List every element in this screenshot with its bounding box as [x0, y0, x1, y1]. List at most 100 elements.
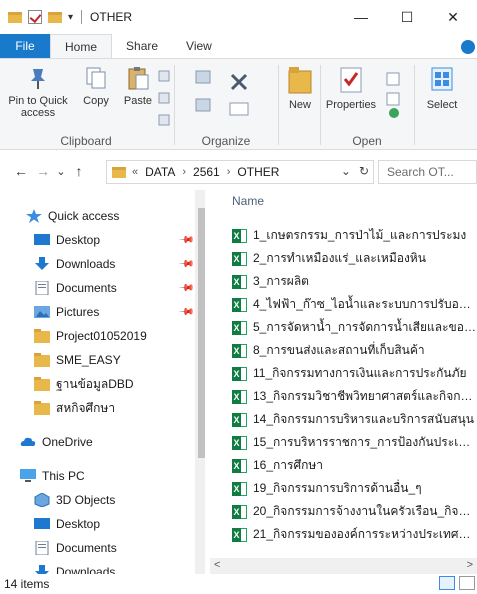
properties-quick-icon[interactable] [28, 10, 42, 24]
tab-home[interactable]: Home [50, 34, 113, 58]
paste-button[interactable]: Paste [120, 65, 156, 107]
nav-pc-downloads[interactable]: Downloads [0, 560, 190, 574]
nav-scrollbar[interactable] [195, 190, 205, 574]
scrollbar-thumb[interactable] [198, 208, 205, 458]
nav-pc-desktop[interactable]: Desktop [0, 512, 190, 536]
help-icon[interactable] [461, 40, 475, 54]
large-icons-view-button[interactable] [459, 576, 475, 590]
file-row[interactable]: 14_กิจกรรมการบริหารและบริการสนับสนุน [210, 408, 477, 431]
excel-file-icon [232, 320, 247, 335]
address-bar[interactable]: « DATA › 2561 › OTHER ⌄ ↻ [106, 160, 374, 184]
nav-onedrive[interactable]: OneDrive [0, 430, 190, 454]
select-label: Select [426, 99, 458, 111]
nav-label: This PC [42, 469, 85, 483]
tab-view[interactable]: View [172, 34, 226, 58]
nav-folder-project01052019[interactable]: Project01052019 [0, 324, 190, 348]
nav-downloads[interactable]: Downloads 📌 [0, 252, 195, 276]
file-name: 13_กิจกรรมวิชาชีพวิทยาศาสตร์และกิจกรรมทา… [253, 389, 477, 403]
minimize-button[interactable]: — [338, 0, 384, 34]
clipboard-small-icons[interactable] [158, 69, 170, 129]
tab-file[interactable]: File [0, 34, 50, 58]
file-row[interactable]: 13_กิจกรรมวิชาชีพวิทยาศาสตร์และกิจกรรมทา… [210, 385, 477, 408]
scroll-right-button[interactable]: > [467, 559, 473, 571]
column-header-name[interactable]: Name [232, 194, 264, 208]
window-title: OTHER [90, 10, 133, 24]
excel-file-icon [232, 527, 247, 542]
pinned-icon: 📌 [177, 279, 195, 297]
refresh-button[interactable]: ↻ [359, 164, 369, 178]
file-row[interactable]: 4_ไฟฟ้า_ก๊าซ_ไอน้ำและระบบการปรับอากาศ [210, 293, 477, 316]
documents-icon [35, 281, 49, 295]
open-small-icons[interactable] [386, 71, 402, 121]
nav-folder-sme-easy[interactable]: SME_EASY [0, 348, 190, 372]
file-row[interactable]: 5_การจัดหาน้ำ_การจัดการน้ำเสียและของเสีย… [210, 316, 477, 339]
nav-pc-documents[interactable]: Documents [0, 536, 190, 560]
breadcrumb-separator[interactable]: › [225, 166, 233, 178]
nav-folder-coop-education[interactable]: สหกิจศึกษา [0, 396, 190, 420]
pc-icon [20, 469, 36, 482]
select-button[interactable]: Select [420, 65, 464, 111]
nav-folder-dbd[interactable]: ฐานข้อมูลDBD [0, 372, 190, 396]
file-row[interactable]: 11_กิจกรรมทางการเงินและการประกันภัย [210, 362, 477, 385]
back-button[interactable]: ← [10, 163, 32, 179]
nav-desktop[interactable]: Desktop 📌 [0, 228, 195, 252]
folder-icon [34, 353, 50, 367]
nav-documents[interactable]: Documents 📌 [0, 276, 195, 300]
paste-icon [128, 67, 149, 90]
maximize-button[interactable]: ☐ [384, 0, 430, 34]
delete-icon[interactable] [228, 71, 250, 93]
details-view-button[interactable] [439, 576, 455, 590]
rename-icon[interactable] [228, 99, 250, 119]
excel-file-icon [232, 481, 247, 496]
file-row[interactable]: 21_กิจกรรมขององค์การระหว่างประเทศและภาคี… [210, 523, 477, 546]
file-name: 16_การศึกษา [253, 458, 324, 472]
pin-icon [31, 69, 45, 89]
title-separator [81, 10, 83, 24]
horizontal-scrollbar[interactable]: < > [210, 558, 477, 574]
file-row[interactable]: 1_เกษตรกรรม_การป่าไม้_และการประมง [210, 224, 477, 247]
download-icon [35, 257, 49, 270]
file-row[interactable]: 16_การศึกษา [210, 454, 477, 477]
breadcrumb-other[interactable]: OTHER [232, 165, 284, 179]
file-row[interactable]: 19_กิจกรรมการบริการด้านอื่น_ๆ [210, 477, 477, 500]
nav-label: Project01052019 [56, 329, 147, 343]
properties-button[interactable]: Properties [322, 65, 380, 111]
up-button[interactable]: ↑ [68, 163, 90, 179]
address-dropdown-button[interactable]: ⌄ [341, 164, 351, 178]
nav-pictures[interactable]: Pictures 📌 [0, 300, 195, 324]
breadcrumb-overflow[interactable]: « [130, 166, 140, 178]
file-name: 4_ไฟฟ้า_ก๊าซ_ไอน้ำและระบบการปรับอากาศ [253, 297, 477, 311]
breadcrumb-separator[interactable]: › [180, 166, 188, 178]
search-input[interactable]: Search OT... [378, 160, 477, 184]
file-row[interactable]: 8_การขนส่งและสถานที่เก็บสินค้า [210, 339, 477, 362]
new-folder-button[interactable]: New [282, 65, 318, 111]
nav-quick-access[interactable]: Quick access [0, 204, 190, 228]
download-icon [35, 565, 49, 574]
file-row[interactable]: 3_การผลิต [210, 270, 477, 293]
organize-group-label: Organize [201, 134, 251, 148]
move-to-icon[interactable] [194, 69, 214, 119]
desktop-icon [34, 234, 50, 245]
quick-access-toolbar-dropdown[interactable]: ▾ [68, 12, 73, 23]
pin-to-quick-access-button[interactable]: Pin to Quick access [6, 65, 70, 119]
nav-this-pc[interactable]: This PC [0, 464, 190, 488]
pin-label-line2: access [20, 107, 56, 119]
new-folder-quick-icon[interactable] [48, 11, 62, 23]
tab-share[interactable]: Share [112, 34, 172, 58]
copy-label: Copy [83, 95, 109, 107]
properties-icon [340, 67, 362, 93]
recent-locations-button[interactable]: ⌄ [54, 165, 68, 178]
close-button[interactable]: ✕ [430, 0, 476, 34]
breadcrumb-2561[interactable]: 2561 [188, 165, 225, 179]
scroll-left-button[interactable]: < [214, 559, 220, 571]
nav-3d-objects[interactable]: 3D Objects [0, 488, 190, 512]
folder-icon [34, 329, 50, 343]
file-row[interactable]: 15_การบริหารราชการ_การป้องกันประเทศและกา… [210, 431, 477, 454]
breadcrumb-data[interactable]: DATA [140, 165, 180, 179]
forward-button[interactable]: → [32, 163, 54, 179]
file-row[interactable]: 20_กิจกรรมการจ้างงานในครัวเรือน_กิจกรรมก… [210, 500, 477, 523]
copy-button[interactable]: Copy [78, 65, 114, 107]
3d-objects-icon [34, 493, 50, 507]
paste-label: Paste [123, 95, 153, 107]
file-row[interactable]: 2_การทำเหมืองแร่_และเหมืองหิน [210, 247, 477, 270]
